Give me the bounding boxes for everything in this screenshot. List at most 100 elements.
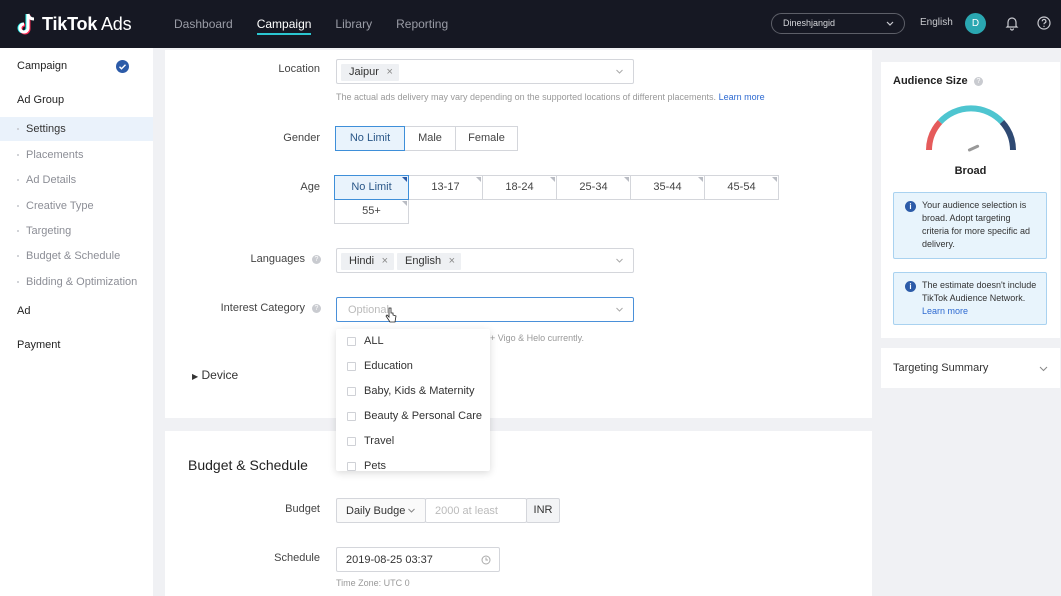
languages-select[interactable]: Hindi × English ×	[336, 248, 634, 273]
schedule-value: 2019-08-25 03:37	[346, 554, 433, 566]
info-icon[interactable]: ?	[974, 77, 983, 86]
checkbox[interactable]	[347, 362, 356, 371]
dropdown-option-education[interactable]: Education	[336, 354, 490, 379]
age-35-44[interactable]: 35-44	[630, 175, 705, 200]
budget-label: Budget	[285, 503, 320, 515]
gender-male[interactable]: Male	[404, 126, 456, 151]
info-icon: i	[905, 281, 916, 292]
language-tag-hindi: Hindi ×	[341, 253, 395, 270]
language-switcher[interactable]: English	[920, 0, 953, 46]
audience-gauge	[926, 105, 1016, 152]
main-nav: Dashboard Campaign Library Reporting	[174, 0, 472, 48]
interest-placeholder: Optional	[348, 304, 389, 316]
chevron-down-icon	[616, 258, 623, 263]
gender-no-limit[interactable]: No Limit	[335, 126, 405, 151]
caret-right-icon: ▶	[192, 372, 199, 381]
dropdown-option-pets[interactable]: Pets	[336, 454, 490, 471]
learn-more-link[interactable]: Learn more	[922, 306, 968, 316]
sidebar: Campaign Ad Group Settings Placements Ad…	[0, 48, 153, 596]
dropdown-option-beauty-personal-care[interactable]: Beauty & Personal Care	[336, 404, 490, 429]
dropdown-option-baby-kids-maternity[interactable]: Baby, Kids & Maternity	[336, 379, 490, 404]
audience-estimate-notice: i The estimate doesn't include TikTok Au…	[893, 272, 1047, 325]
audience-broad-notice: i Your audience selection is broad. Adop…	[893, 192, 1047, 259]
targeting-summary-title: Targeting Summary	[893, 362, 989, 374]
chevron-down-icon	[1039, 366, 1048, 372]
sidebar-item-targeting[interactable]: Targeting	[0, 219, 153, 243]
sidebar-item-creative-type[interactable]: Creative Type	[0, 194, 153, 218]
currency-label: INR	[526, 498, 560, 523]
info-icon: i	[905, 201, 916, 212]
schedule-start-input[interactable]: 2019-08-25 03:37	[336, 547, 500, 572]
close-icon[interactable]: ×	[382, 253, 388, 270]
nav-dashboard[interactable]: Dashboard	[174, 0, 233, 48]
checkbox[interactable]	[347, 387, 356, 396]
location-select[interactable]: Jaipur ×	[336, 59, 634, 84]
close-icon[interactable]: ×	[387, 64, 393, 81]
sidebar-ad[interactable]: Ad	[17, 305, 30, 317]
budget-type-select[interactable]: Daily Budge	[336, 498, 426, 523]
learn-more-link[interactable]: Learn more	[719, 92, 765, 102]
sidebar-campaign[interactable]: Campaign	[17, 60, 67, 72]
sidebar-item-bidding-optimization[interactable]: Bidding & Optimization	[0, 270, 153, 294]
targeting-summary-card[interactable]: Targeting Summary	[881, 348, 1060, 388]
nav-library[interactable]: Library	[335, 0, 372, 48]
age-13-17[interactable]: 13-17	[408, 175, 483, 200]
section-title-budget-schedule: Budget & Schedule	[188, 457, 308, 473]
sidebar-item-settings[interactable]: Settings	[0, 117, 153, 141]
nav-reporting[interactable]: Reporting	[396, 0, 448, 48]
age-no-limit[interactable]: No Limit	[334, 175, 409, 200]
sidebar-item-ad-details[interactable]: Ad Details	[0, 168, 153, 192]
account-name: Dineshjangid	[783, 18, 836, 28]
corner-mark-icon	[550, 177, 555, 182]
checkbox[interactable]	[347, 462, 356, 471]
corner-mark-icon	[476, 177, 481, 182]
sidebar-payment[interactable]: Payment	[17, 339, 60, 351]
gender-label: Gender	[283, 132, 320, 144]
audience-size-card: Audience Size ? Broad i Your audience se…	[881, 62, 1060, 338]
interest-category-select[interactable]: Optional	[336, 297, 634, 322]
clock-icon	[481, 555, 491, 565]
budget-amount-input[interactable]: 2000 at least	[425, 498, 527, 523]
dropdown-option-travel[interactable]: Travel	[336, 429, 490, 454]
avatar[interactable]: D	[965, 13, 986, 34]
checkbox[interactable]	[347, 412, 356, 421]
device-toggle[interactable]: ▶ Device	[192, 368, 238, 382]
chevron-down-icon	[616, 307, 623, 312]
help-icon[interactable]	[1036, 15, 1052, 31]
device-label: Device	[201, 368, 239, 382]
location-label: Location	[278, 63, 320, 75]
sidebar-item-placements[interactable]: Placements	[0, 143, 153, 167]
checkbox[interactable]	[347, 437, 356, 446]
gender-female[interactable]: Female	[455, 126, 518, 151]
timezone-label: Time Zone: UTC 0	[336, 578, 410, 588]
bell-icon[interactable]	[1004, 15, 1020, 31]
chevron-down-icon	[408, 508, 415, 513]
info-icon[interactable]: ?	[312, 304, 321, 313]
nav-campaign[interactable]: Campaign	[256, 0, 311, 48]
location-tag: Jaipur ×	[341, 64, 399, 81]
schedule-label: Schedule	[274, 552, 320, 564]
location-hint: The actual ads delivery may vary dependi…	[336, 92, 765, 102]
info-icon[interactable]: ?	[312, 255, 321, 264]
sidebar-item-budget-schedule[interactable]: Budget & Schedule	[0, 244, 153, 268]
brand-name: TikTok Ads	[42, 13, 132, 34]
corner-mark-icon	[698, 177, 703, 182]
interest-category-label: Interest Category	[220, 302, 305, 314]
chevron-down-icon	[886, 21, 894, 26]
account-selector[interactable]: Dineshjangid	[771, 13, 905, 34]
age-25-34[interactable]: 25-34	[556, 175, 631, 200]
close-icon[interactable]: ×	[449, 253, 455, 270]
budget-placeholder: 2000 at least	[435, 505, 498, 517]
corner-mark-icon	[402, 177, 407, 182]
tiktok-logo-icon	[17, 13, 35, 35]
age-45-54[interactable]: 45-54	[704, 175, 779, 200]
dropdown-option-all[interactable]: ALL	[336, 329, 490, 354]
corner-mark-icon	[772, 177, 777, 182]
age-55-plus[interactable]: 55+	[334, 199, 409, 224]
language-tag-english: English ×	[397, 253, 462, 270]
checkbox[interactable]	[347, 337, 356, 346]
languages-label: Languages	[250, 253, 305, 265]
tiktok-ads-logo[interactable]: TikTok Ads	[16, 11, 132, 37]
age-18-24[interactable]: 18-24	[482, 175, 557, 200]
sidebar-ad-group[interactable]: Ad Group	[17, 94, 64, 106]
